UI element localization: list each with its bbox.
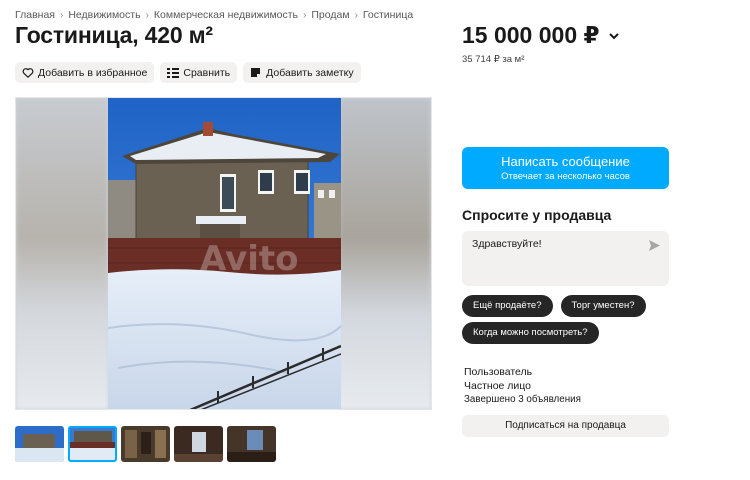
watermark-text: Avito: [200, 239, 299, 279]
breadcrumb-item-commercial[interactable]: Коммерческая недвижимость: [154, 9, 298, 21]
price-value: 15 000 000 ₽: [462, 22, 600, 48]
add-to-favorites-label: Добавить в избранное: [38, 66, 148, 79]
photo-gallery[interactable]: Avito: [15, 97, 432, 410]
thumbnail-image: [174, 426, 223, 462]
write-message-label: Написать сообщение: [501, 154, 630, 169]
compare-label: Сравнить: [183, 66, 231, 79]
seller-name[interactable]: Пользователь: [464, 365, 581, 379]
subscribe-seller-button[interactable]: Подписаться на продавца: [462, 415, 669, 437]
breadcrumb-item-home[interactable]: Главная: [15, 9, 55, 21]
page-title: Гостиница, 420 м²: [15, 22, 213, 48]
ask-seller-input-value: Здравствуйте!: [472, 238, 542, 250]
breadcrumb-separator-icon: ›: [354, 9, 358, 21]
thumbnail-image: [68, 426, 117, 462]
ask-seller-input[interactable]: Здравствуйте!: [462, 231, 669, 286]
seller-completed-count: Завершено 3 объявления: [464, 394, 581, 405]
quick-question-chip[interactable]: Торг уместен?: [560, 295, 646, 317]
note-icon: [249, 66, 262, 79]
send-icon[interactable]: [648, 239, 661, 252]
write-message-button[interactable]: Написать сообщение Отвечает за несколько…: [462, 147, 669, 189]
ask-seller-title: Спросите у продавца: [462, 207, 612, 223]
heart-icon: [21, 66, 34, 79]
response-time-label: Отвечает за несколько часов: [501, 171, 630, 182]
compare-button[interactable]: Сравнить: [160, 62, 238, 83]
thumbnail[interactable]: [15, 426, 64, 462]
chevron-down-icon[interactable]: [608, 30, 620, 42]
listing-actions: Добавить в избранное Сравнить Добавить з…: [15, 62, 361, 83]
thumbnail-image: [15, 426, 64, 462]
seller-info: Пользователь Частное лицо Завершено 3 об…: [464, 365, 581, 407]
seller-type: Частное лицо: [464, 380, 532, 392]
quick-question-chip[interactable]: Когда можно посмотреть?: [462, 322, 599, 344]
breadcrumb-separator-icon: ›: [59, 9, 64, 21]
quick-questions: Ещё продаёте? Торг уместен? Когда можно …: [462, 295, 677, 344]
breadcrumb: Главная › Недвижимость › Коммерческая не…: [15, 9, 413, 21]
add-note-button[interactable]: Добавить заметку: [243, 62, 361, 83]
quick-question-chip[interactable]: Ещё продаёте?: [462, 295, 553, 317]
add-note-label: Добавить заметку: [266, 66, 354, 79]
price: 15 000 000 ₽: [462, 22, 620, 49]
main-photo: Avito: [108, 98, 341, 409]
thumbnail[interactable]: [174, 426, 223, 462]
thumbnail-image: [227, 426, 276, 462]
compare-icon: [166, 66, 179, 79]
breadcrumb-separator-icon: ›: [303, 9, 307, 21]
thumbnail[interactable]: [121, 426, 170, 462]
thumbnail-active[interactable]: [68, 426, 117, 462]
gallery-blur-right: [339, 98, 431, 409]
breadcrumb-item-hotel[interactable]: Гостиница: [363, 9, 413, 21]
price-per-meter: 35 714 ₽ за м²: [462, 54, 525, 65]
thumbnail-strip: [15, 426, 276, 462]
gallery-blur-left: [16, 98, 108, 409]
add-to-favorites-button[interactable]: Добавить в избранное: [15, 62, 155, 83]
breadcrumb-separator-icon: ›: [145, 9, 149, 21]
breadcrumb-item-sell[interactable]: Продам: [311, 9, 349, 21]
thumbnail-image: [121, 426, 170, 462]
breadcrumb-item-realty[interactable]: Недвижимость: [68, 9, 140, 21]
thumbnail[interactable]: [227, 426, 276, 462]
